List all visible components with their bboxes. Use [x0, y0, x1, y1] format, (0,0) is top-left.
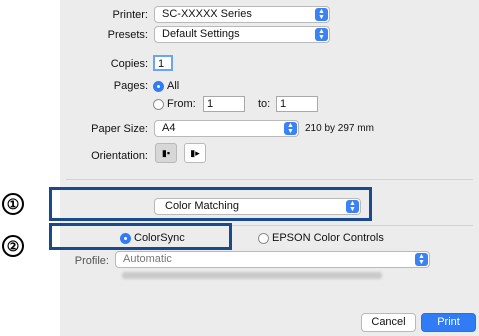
step-marker-2: ②: [2, 235, 24, 257]
cancel-button[interactable]: Cancel: [361, 313, 416, 332]
pages-all-radio[interactable]: [153, 81, 164, 92]
paper-size-popup[interactable]: A4 ▲ ▼: [154, 120, 299, 137]
chevron-updown-icon: ▲ ▼: [415, 253, 428, 266]
landscape-orientation-icon[interactable]: ▮▸: [184, 143, 206, 163]
epson-color-controls-label: EPSON Color Controls: [272, 232, 384, 244]
presets-popup[interactable]: Default Settings ▲ ▼: [154, 26, 330, 43]
presets-value: Default Settings: [162, 28, 240, 40]
copies-label: Copies:: [110, 58, 148, 70]
epson-color-controls-radio[interactable]: [258, 233, 269, 244]
printer-popup[interactable]: SC-XXXXX Series ▲ ▼: [154, 6, 330, 23]
step-marker-1: ①: [2, 193, 24, 215]
print-button[interactable]: Print: [421, 313, 476, 332]
pages-all-label: All: [167, 80, 180, 92]
pages-from-radio[interactable]: [153, 99, 164, 110]
chevron-updown-icon: ▲ ▼: [315, 8, 328, 21]
separator: [66, 179, 473, 180]
printer-value: SC-XXXXX Series: [162, 8, 252, 20]
print-dialog: Printer: SC-XXXXX Series ▲ ▼ Presets: Def…: [60, 0, 479, 336]
pages-to-field[interactable]: 1: [276, 96, 318, 112]
copies-field[interactable]: 1: [153, 55, 173, 71]
chevron-updown-icon: ▲ ▼: [284, 122, 297, 135]
profile-popup[interactable]: Automatic ▲ ▼: [115, 251, 430, 268]
profile-value: Automatic: [123, 253, 172, 265]
highlight-box-colorsync: [49, 223, 232, 250]
pages-label: Pages:: [113, 80, 148, 92]
portrait-orientation-icon[interactable]: ▮▪: [155, 143, 177, 163]
printer-label: Printer:: [112, 9, 148, 21]
profile-label: Profile:: [74, 255, 109, 267]
profile-path-blurred: [122, 272, 382, 279]
pages-to-label: to:: [258, 98, 271, 110]
paper-size-label: Paper Size:: [91, 123, 148, 135]
pages-from-field[interactable]: 1: [203, 96, 245, 112]
chevron-updown-icon: ▲ ▼: [315, 28, 328, 41]
pages-from-label: From:: [167, 98, 196, 110]
orientation-label: Orientation:: [91, 150, 148, 162]
paper-dimensions: 210 by 297 mm: [305, 123, 374, 134]
paper-size-value: A4: [162, 122, 176, 134]
presets-label: Presets:: [107, 29, 148, 41]
highlight-box-section-popup: [49, 187, 372, 221]
